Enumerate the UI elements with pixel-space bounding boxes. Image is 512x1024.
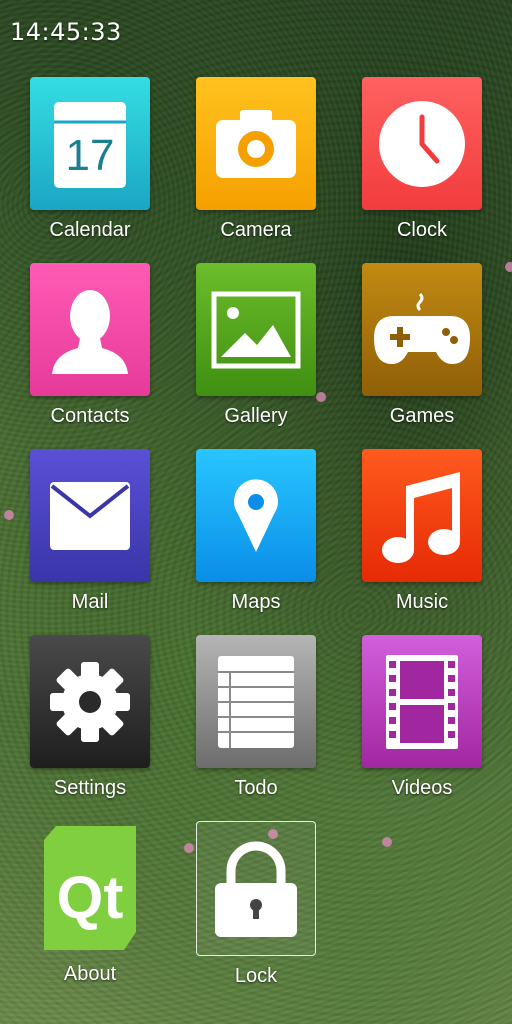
qt-logo-icon: Qt — [42, 822, 138, 954]
app-label-settings: Settings — [53, 777, 127, 799]
app-grid: 17 Calendar Camera Clock Contacts Galler… — [0, 0, 512, 1024]
app-videos[interactable]: Videos — [339, 635, 505, 821]
list-icon — [216, 654, 296, 750]
app-label-about: About — [63, 963, 117, 985]
app-gallery[interactable]: Gallery — [173, 263, 339, 449]
app-lock[interactable]: Lock — [173, 821, 339, 1007]
app-label-gallery: Gallery — [224, 405, 288, 427]
settings-tile[interactable] — [30, 635, 150, 768]
app-mail[interactable]: Mail — [7, 449, 173, 635]
about-tile[interactable]: Qt — [30, 821, 150, 954]
app-label-todo: Todo — [234, 777, 278, 799]
app-label-calendar: Calendar — [49, 219, 131, 241]
maps-tile[interactable] — [196, 449, 316, 582]
clock-icon — [377, 99, 467, 189]
app-camera[interactable]: Camera — [173, 77, 339, 263]
app-contacts[interactable]: Contacts — [7, 263, 173, 449]
map-pin-icon — [232, 478, 280, 554]
clock-tile[interactable] — [362, 77, 482, 210]
gamepad-icon — [372, 290, 472, 370]
mail-tile[interactable] — [30, 449, 150, 582]
calendar-icon: 17 — [52, 96, 128, 192]
camera-icon — [214, 106, 298, 182]
todo-tile[interactable] — [196, 635, 316, 768]
app-maps[interactable]: Maps — [173, 449, 339, 635]
app-settings[interactable]: Settings — [7, 635, 173, 821]
app-label-mail: Mail — [71, 591, 109, 613]
camera-tile[interactable] — [196, 77, 316, 210]
calendar-tile[interactable]: 17 — [30, 77, 150, 210]
app-games[interactable]: Games — [339, 263, 505, 449]
qt-logo-text: Qt — [57, 864, 124, 931]
app-clock[interactable]: Clock — [339, 77, 505, 263]
film-icon — [384, 653, 460, 751]
app-about[interactable]: Qt About — [7, 821, 173, 1007]
lock-tile[interactable] — [196, 821, 316, 956]
music-note-icon — [380, 466, 464, 566]
app-label-lock: Lock — [234, 965, 278, 987]
envelope-icon — [48, 480, 132, 552]
contacts-tile[interactable] — [30, 263, 150, 396]
app-label-videos: Videos — [391, 777, 453, 799]
gallery-tile[interactable] — [196, 263, 316, 396]
app-music[interactable]: Music — [339, 449, 505, 635]
app-label-contacts: Contacts — [50, 405, 130, 427]
picture-icon — [211, 291, 301, 369]
app-todo[interactable]: Todo — [173, 635, 339, 821]
app-label-games: Games — [389, 405, 455, 427]
calendar-day-number: 17 — [66, 131, 115, 180]
gear-icon — [48, 660, 132, 744]
app-label-camera: Camera — [220, 219, 292, 241]
person-icon — [50, 282, 130, 378]
app-calendar[interactable]: 17 Calendar — [7, 77, 173, 263]
music-tile[interactable] — [362, 449, 482, 582]
app-label-music: Music — [395, 591, 449, 613]
app-label-maps: Maps — [231, 591, 281, 613]
app-label-clock: Clock — [396, 219, 447, 241]
padlock-icon — [211, 839, 301, 939]
games-tile[interactable] — [362, 263, 482, 396]
videos-tile[interactable] — [362, 635, 482, 768]
